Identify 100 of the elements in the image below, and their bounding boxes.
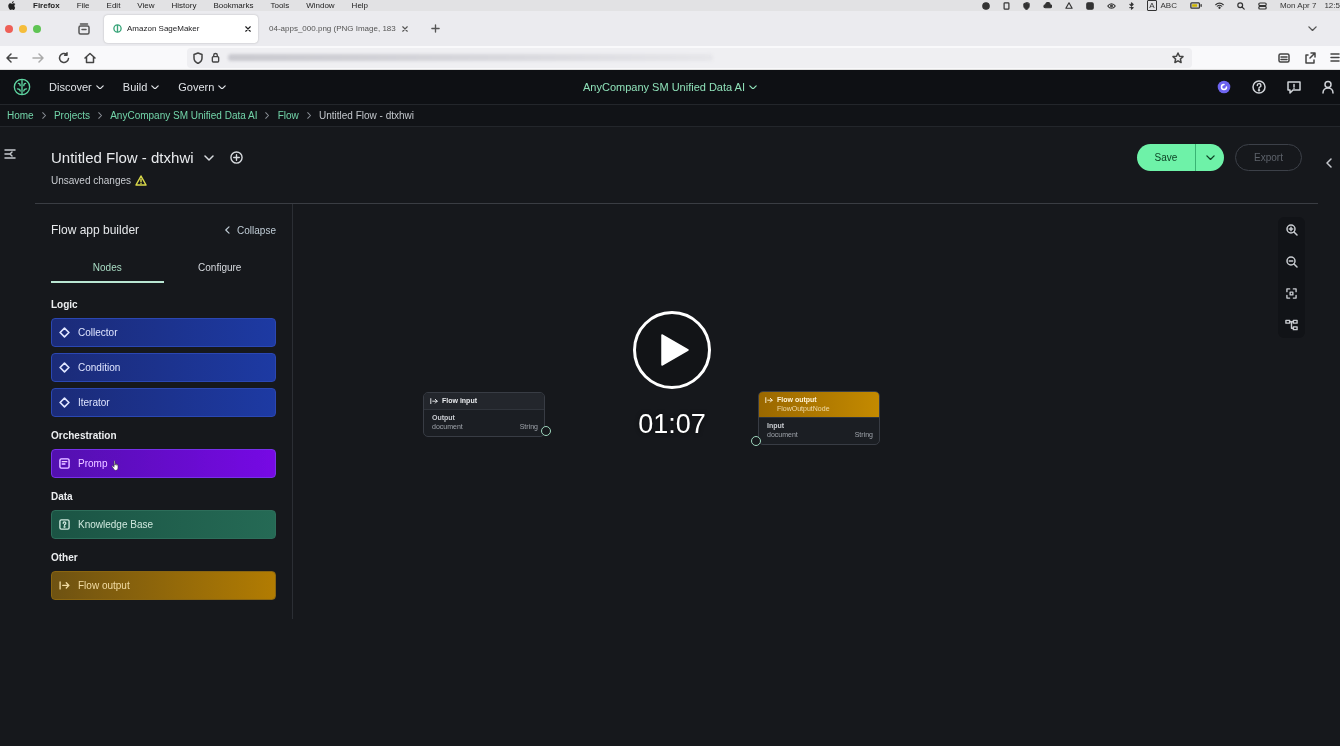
document-icon <box>59 458 70 469</box>
bar-arrow-icon <box>59 581 70 590</box>
browser-tab[interactable]: Amazon SageMaker <box>104 14 258 43</box>
chevron-right-icon <box>41 112 46 119</box>
input-source-label: ABC <box>1160 0 1177 11</box>
list-box-icon[interactable] <box>1278 52 1290 63</box>
eye-icon[interactable] <box>1107 2 1117 9</box>
chevron-down-icon[interactable] <box>1308 25 1317 32</box>
browser-tab[interactable]: 04-apps_000.png (PNG Image, 183 <box>260 14 415 43</box>
chevron-right-icon <box>306 112 311 119</box>
hand-cursor-icon <box>111 460 122 471</box>
menu-item[interactable]: Window <box>306 0 335 11</box>
play-icon <box>661 334 689 366</box>
chevron-down-icon <box>749 84 757 90</box>
back-icon[interactable] <box>6 52 18 63</box>
nav-menu-button[interactable]: Build <box>122 81 160 93</box>
save-status: Unsaved changes <box>51 174 132 186</box>
share-icon[interactable] <box>1304 51 1316 64</box>
help-icon[interactable] <box>1252 80 1266 94</box>
chevron-down-icon <box>1205 154 1215 161</box>
menu-item[interactable]: Tools <box>270 0 290 11</box>
bar-arrow-icon <box>765 396 773 404</box>
palette-item[interactable]: Knowledge Base <box>51 510 276 539</box>
spiral-icon[interactable] <box>1217 80 1231 94</box>
chevron-down-icon <box>95 84 104 90</box>
palette-item[interactable]: Collector <box>51 318 276 347</box>
user-icon[interactable] <box>1322 80 1334 94</box>
collapse-link[interactable]: Collapse <box>225 224 276 236</box>
box-stack-icon[interactable] <box>78 22 90 35</box>
triangle-icon[interactable] <box>1065 2 1074 9</box>
group-heading: Logic <box>51 299 79 311</box>
reload-icon[interactable] <box>58 51 70 64</box>
diamond-icon <box>59 397 70 408</box>
menu-item[interactable]: Help <box>351 0 369 11</box>
battery-icon[interactable] <box>1189 2 1202 9</box>
box-icon[interactable] <box>1086 1 1095 10</box>
nav-menu-button[interactable]: Govern <box>178 81 227 93</box>
sidebar-toggle-icon[interactable] <box>4 149 16 159</box>
cloud-icon[interactable] <box>1043 2 1053 9</box>
menu-item[interactable]: View <box>137 0 155 11</box>
diamond-icon <box>59 362 70 373</box>
fit-view-icon[interactable] <box>1286 288 1297 299</box>
menu-item[interactable]: File <box>76 0 90 11</box>
window-close-button[interactable] <box>5 24 13 33</box>
menu-icon[interactable] <box>1330 53 1340 62</box>
wifi-icon[interactable] <box>1214 2 1224 9</box>
apple-icon[interactable] <box>8 1 16 10</box>
zoom-in-icon[interactable] <box>1285 224 1298 236</box>
chat-icon[interactable] <box>1287 80 1301 94</box>
breadcrumb-link[interactable]: Home <box>7 110 34 121</box>
palette-item[interactable]: Promp <box>51 449 276 478</box>
domain-selector[interactable]: AnyCompany SM Unified Data AI <box>583 81 757 93</box>
document-icon[interactable] <box>1003 1 1011 10</box>
palette-item[interactable]: Flow output <box>51 571 276 600</box>
star-icon[interactable] <box>1172 51 1184 64</box>
chevron-right-icon <box>265 112 270 119</box>
video-timestamp: 01:07 <box>638 408 706 440</box>
menu-bar-date: Mon Apr 7 <box>1279 0 1317 11</box>
palette-item[interactable]: Iterator <box>51 388 276 417</box>
question-box-icon <box>59 519 70 530</box>
chevron-left-icon <box>225 226 231 234</box>
group-heading: Data <box>51 491 74 503</box>
plus-icon[interactable] <box>430 24 440 33</box>
home-icon[interactable] <box>84 51 96 64</box>
breadcrumb-link[interactable]: AnyCompany SM Unified Data AI <box>110 110 258 121</box>
palette-item[interactable]: Condition <box>51 353 276 382</box>
plus-circle-icon[interactable] <box>229 151 243 164</box>
bluetooth-icon[interactable] <box>1129 1 1135 10</box>
panel-tab[interactable]: Configure <box>163 254 276 283</box>
menu-item[interactable]: Edit <box>106 0 121 11</box>
menu-item[interactable]: History <box>171 0 197 11</box>
shield-icon[interactable] <box>1023 1 1031 10</box>
connection-handle[interactable] <box>541 426 551 436</box>
search-icon[interactable] <box>1236 1 1245 10</box>
menu-item[interactable]: Firefox <box>33 0 60 11</box>
panel-title: Flow app builder <box>51 223 140 237</box>
tree-logo-icon[interactable] <box>13 78 31 96</box>
shield-icon <box>193 51 203 64</box>
connection-handle[interactable] <box>751 436 761 446</box>
breadcrumb-link[interactable]: Flow <box>277 110 299 121</box>
diamond-icon <box>59 327 70 338</box>
breadcrumb-link[interactable]: Projects <box>53 110 90 121</box>
circle-icon[interactable] <box>982 1 991 10</box>
nav-menu-button[interactable]: Discover <box>49 81 104 93</box>
layout-icon[interactable] <box>1285 319 1298 331</box>
chevron-down-icon <box>218 84 227 90</box>
close-icon[interactable] <box>245 25 251 32</box>
breadcrumb-current: Untitled Flow - dtxhwi <box>319 110 414 121</box>
menu-item[interactable]: Bookmarks <box>213 0 254 11</box>
panel-tab[interactable]: Nodes <box>51 254 164 283</box>
toggles-icon[interactable] <box>1257 1 1267 10</box>
bar-arrow-icon <box>430 397 438 405</box>
chevron-down-icon <box>151 84 160 90</box>
chevron-left-icon[interactable] <box>1326 158 1332 168</box>
split-circle-icon <box>113 24 122 33</box>
zoom-out-icon[interactable] <box>1285 256 1298 268</box>
menu-bar-time: 12:5 <box>1324 0 1340 11</box>
warning-icon <box>135 174 148 186</box>
close-icon[interactable] <box>401 25 408 32</box>
group-heading: Orchestration <box>51 430 118 442</box>
